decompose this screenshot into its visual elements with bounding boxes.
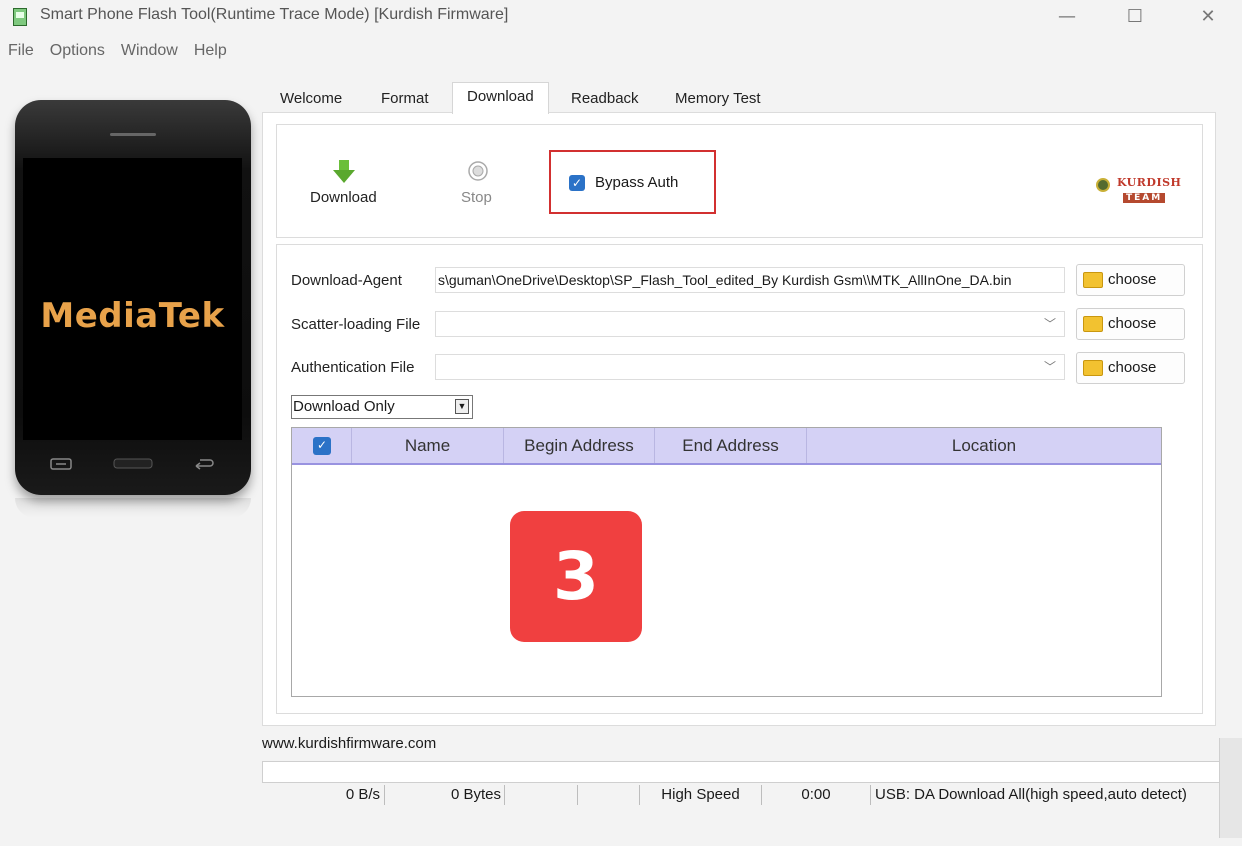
menu-options[interactable]: Options [50,42,105,59]
download-mode-select[interactable]: Download Only ▼ [291,395,473,419]
auth-file-field[interactable]: ﹀ [435,354,1065,380]
tab-readback[interactable]: Readback [557,85,653,113]
status-empty-2 [578,785,640,805]
menu-file[interactable]: File [8,42,34,59]
choose-label: choose [1108,315,1157,332]
toolbar-group [276,124,1203,238]
side-panel-edge [1219,738,1242,838]
home-key-icon [113,458,153,470]
tab-memory-test[interactable]: Memory Test [661,85,775,113]
column-header-name[interactable]: Name [352,428,504,463]
folder-icon [1083,360,1103,376]
window-title: Smart Phone Flash Tool(Runtime Trace Mod… [40,6,509,23]
select-all-cell[interactable]: ✓ [292,428,352,463]
download-agent-field[interactable]: s\guman\OneDrive\Desktop\SP_Flash_Tool_e… [435,267,1065,293]
column-header-begin-address[interactable]: Begin Address [504,428,655,463]
website-link[interactable]: www.kurdishfirmware.com [262,735,436,752]
status-time: 0:00 [762,785,871,805]
maximize-icon[interactable]: ☐ [1115,4,1155,30]
menu-key-icon [50,458,72,470]
chevron-down-icon[interactable]: ﹀ [1044,355,1056,379]
menu-help[interactable]: Help [194,42,227,59]
step-number-badge: 3 [510,511,642,642]
folder-icon [1083,316,1103,332]
select-all-checkbox[interactable]: ✓ [313,437,331,455]
choose-label: choose [1108,359,1157,376]
status-usb: USB: DA Download All(high speed,auto det… [875,786,1187,803]
scatter-file-choose-button[interactable]: choose [1076,308,1185,340]
column-header-location[interactable]: Location [807,428,1161,463]
back-key-icon [192,458,216,470]
kurdish-logo-text: KURDISH [1117,176,1182,189]
tab-welcome[interactable]: Welcome [266,85,356,113]
download-arrow-icon[interactable] [332,158,356,188]
download-button[interactable]: Download [310,189,377,206]
menu-bar: File Options Window Help [0,42,243,68]
stop-button[interactable]: Stop [461,189,492,206]
column-header-end-address[interactable]: End Address [655,428,807,463]
phone-speaker [110,133,156,136]
phone-reflection [15,498,251,518]
status-mode: High Speed [640,785,762,805]
download-mode-value: Download Only [293,398,395,415]
progress-bar [262,761,1222,783]
folder-icon [1083,272,1103,288]
download-agent-choose-button[interactable]: choose [1076,264,1185,296]
scatter-file-field[interactable]: ﹀ [435,311,1065,337]
minimize-icon[interactable]: — [1047,4,1087,30]
status-bytes: 0 Bytes [385,785,505,805]
app-icon [13,8,27,26]
auth-file-choose-button[interactable]: choose [1076,352,1185,384]
partition-table [291,427,1162,697]
dropdown-arrow-icon[interactable]: ▼ [455,399,469,414]
auth-file-label: Authentication File [291,359,415,376]
phone-brand-label: MediaTek [40,296,225,336]
status-empty-1 [505,785,578,805]
scatter-file-label: Scatter-loading File [291,316,421,333]
status-bar: 0 B/s 0 Bytes High Speed 0:00 USB: DA Do… [262,785,1222,807]
download-agent-label: Download-Agent [291,272,402,289]
kurdish-logo-icon [1096,178,1110,192]
tab-download[interactable]: Download [452,82,549,114]
table-header: ✓ Name Begin Address End Address Locatio… [292,428,1161,463]
kurdish-logo-sub: TEAM [1123,193,1166,203]
stop-icon[interactable] [467,160,489,186]
close-icon[interactable]: ✕ [1188,4,1228,30]
status-speed: 0 B/s [262,785,385,805]
menu-window[interactable]: Window [121,42,178,59]
bypass-auth-checkbox[interactable]: ✓ [569,175,585,191]
table-header-divider [292,463,1161,465]
tab-format[interactable]: Format [367,85,443,113]
chevron-down-icon[interactable]: ﹀ [1044,312,1056,336]
bypass-auth-label[interactable]: Bypass Auth [595,174,678,191]
choose-label: choose [1108,271,1157,288]
